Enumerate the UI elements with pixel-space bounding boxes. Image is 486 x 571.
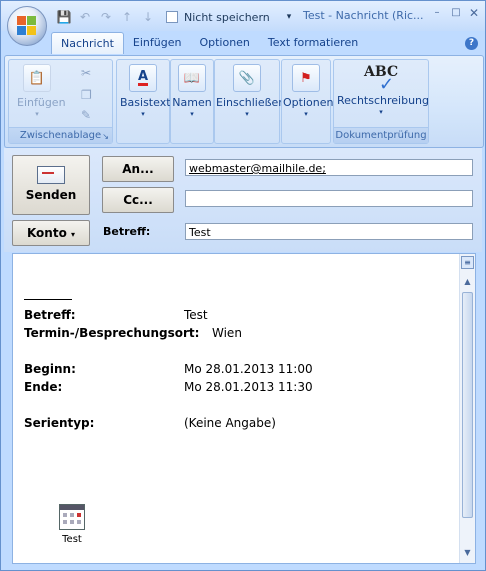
basic-text-button[interactable]: A Basistext ▾ bbox=[120, 64, 171, 118]
message-window: 💾 ↶ ↷ ↑ ↓ Nicht speichern ▾ Test - Nachr… bbox=[0, 0, 486, 571]
calendar-attachment[interactable]: Test bbox=[57, 504, 87, 545]
names-button[interactable]: 📖 Namen ▾ bbox=[171, 64, 213, 118]
dont-save-label: Nicht speichern bbox=[184, 10, 270, 24]
send-envelope-icon bbox=[37, 166, 65, 184]
to-field[interactable]: webmaster@mailhile.de; bbox=[185, 159, 473, 176]
spelling-dropdown-icon: ▾ bbox=[379, 108, 383, 116]
office-button[interactable] bbox=[7, 6, 47, 46]
cc-field[interactable] bbox=[185, 190, 473, 207]
format-painter-icon[interactable]: ✎ bbox=[81, 108, 91, 122]
flag-icon: ⚑ bbox=[292, 64, 320, 92]
spelling-label: Rechtschreibung bbox=[337, 94, 430, 107]
dont-save-checkbox[interactable] bbox=[166, 11, 178, 23]
account-button[interactable]: Konto ▾ bbox=[12, 220, 90, 246]
paste-button[interactable]: 📋 Einfügen ▾ bbox=[17, 64, 66, 118]
paste-dropdown-icon: ▾ bbox=[35, 110, 39, 118]
send-label: Senden bbox=[25, 188, 77, 202]
vertical-scrollbar[interactable]: ≡ ▲ ▼ bbox=[459, 254, 475, 563]
proofing-group: ABC ✓ Rechtschreibung ▾ Dokumentprüfung bbox=[333, 59, 429, 144]
redo-icon[interactable]: ↷ bbox=[97, 8, 115, 26]
attachment-name: Test bbox=[62, 534, 82, 545]
undo-icon[interactable]: ↶ bbox=[76, 8, 94, 26]
send-button[interactable]: Senden bbox=[12, 155, 90, 215]
basic-text-dropdown-icon: ▾ bbox=[141, 110, 145, 118]
spelling-check-icon: ABC ✓ bbox=[364, 64, 399, 95]
close-icon[interactable]: ✕ bbox=[467, 6, 481, 20]
names-dropdown-icon: ▾ bbox=[190, 110, 194, 118]
message-header: Senden An... Cc... Konto ▾ webmaster@mai… bbox=[4, 148, 482, 252]
proofing-group-label: Dokumentprüfung bbox=[334, 127, 428, 143]
spelling-button[interactable]: ABC ✓ Rechtschreibung ▾ bbox=[337, 64, 429, 116]
account-label: Konto bbox=[26, 226, 67, 240]
ruler-toggle-icon[interactable]: ≡ bbox=[461, 256, 474, 269]
clipboard-group-label: Zwischenablage bbox=[9, 127, 112, 143]
include-dropdown-icon: ▾ bbox=[245, 110, 249, 118]
separator-line bbox=[24, 299, 72, 300]
body-start-value: Mo 28.01.2013 11:00 bbox=[184, 362, 313, 376]
title-bar: 💾 ↶ ↷ ↑ ↓ Nicht speichern ▾ Test - Nachr… bbox=[1, 1, 485, 31]
scroll-down-icon[interactable]: ▼ bbox=[462, 547, 473, 558]
names-label: Namen bbox=[172, 96, 212, 109]
copy-icon[interactable]: ❐ bbox=[81, 88, 92, 102]
scroll-thumb[interactable] bbox=[462, 292, 473, 518]
next-item-icon[interactable]: ↓ bbox=[139, 8, 157, 26]
include-label: Einschließen bbox=[216, 96, 286, 109]
basic-text-label: Basistext bbox=[120, 96, 171, 109]
subject-label: Betreff: bbox=[103, 225, 151, 238]
include-group: 📎 Einschließen ▾ bbox=[214, 59, 285, 144]
basic-text-group: A Basistext ▾ bbox=[116, 59, 171, 144]
tab-einfuegen[interactable]: Einfügen bbox=[124, 32, 191, 53]
save-icon[interactable]: 💾 bbox=[55, 8, 73, 26]
help-icon[interactable]: ? bbox=[465, 37, 478, 50]
body-location-label: Termin-/Besprechungsort: bbox=[24, 326, 200, 340]
options-dropdown-icon: ▾ bbox=[304, 110, 308, 118]
maximize-icon[interactable]: □ bbox=[449, 6, 463, 20]
tab-text-formatieren[interactable]: Text formatieren bbox=[259, 32, 367, 53]
message-body[interactable]: Betreff: Test Termin-/Besprechungsort: W… bbox=[12, 253, 476, 564]
paste-label: Einfügen bbox=[17, 96, 66, 109]
account-dropdown-icon: ▾ bbox=[71, 230, 76, 239]
ribbon-tabs: Nachricht Einfügen Optionen Text formati… bbox=[51, 32, 367, 54]
scroll-up-icon[interactable]: ▲ bbox=[462, 276, 473, 287]
to-recipient[interactable]: webmaster@mailhile.de; bbox=[189, 162, 326, 175]
quick-access-toolbar: 💾 ↶ ↷ ↑ ↓ Nicht speichern ▾ bbox=[55, 7, 292, 27]
names-group: 📖 Namen ▾ bbox=[170, 59, 214, 144]
ribbon: 📋 Einfügen ▾ ✂ ❐ ✎ Zwischenablage ↘ A Ba… bbox=[4, 55, 484, 148]
calendar-icon bbox=[59, 504, 85, 530]
tab-nachricht[interactable]: Nachricht bbox=[51, 32, 124, 54]
dialog-launcher-icon[interactable]: ↘ bbox=[102, 132, 109, 141]
cc-button[interactable]: Cc... bbox=[102, 187, 174, 213]
address-book-icon: 📖 bbox=[178, 64, 206, 92]
body-location-value: Wien bbox=[212, 326, 242, 340]
clipboard-group: 📋 Einfügen ▾ ✂ ❐ ✎ Zwischenablage ↘ bbox=[8, 59, 113, 144]
body-subject-label: Betreff: bbox=[24, 308, 76, 322]
body-recurrence-value: (Keine Angabe) bbox=[184, 416, 276, 430]
include-button[interactable]: 📎 Einschließen ▾ bbox=[216, 64, 285, 118]
clipboard-icon: 📋 bbox=[23, 64, 51, 92]
body-recurrence-label: Serientyp: bbox=[24, 416, 95, 430]
font-color-icon: A bbox=[129, 64, 157, 92]
options-group: ⚑ Optionen ▾ bbox=[281, 59, 333, 144]
subject-field[interactable]: Test bbox=[185, 223, 473, 240]
previous-item-icon[interactable]: ↑ bbox=[118, 8, 136, 26]
office-logo-icon bbox=[17, 16, 37, 36]
tab-optionen[interactable]: Optionen bbox=[190, 32, 258, 53]
cut-icon[interactable]: ✂ bbox=[81, 66, 91, 80]
window-title: Test - Nachricht (Ric... bbox=[303, 9, 424, 22]
options-button[interactable]: ⚑ Optionen ▾ bbox=[283, 64, 333, 118]
body-subject-value: Test bbox=[184, 308, 208, 322]
paperclip-icon: 📎 bbox=[233, 64, 261, 92]
body-start-label: Beginn: bbox=[24, 362, 76, 376]
body-end-label: Ende: bbox=[24, 380, 63, 394]
customize-qat-icon[interactable]: ▾ bbox=[287, 12, 292, 22]
to-button[interactable]: An... bbox=[102, 156, 174, 182]
minimize-icon[interactable]: – bbox=[430, 6, 444, 20]
options-label: Optionen bbox=[283, 96, 334, 109]
body-end-value: Mo 28.01.2013 11:30 bbox=[184, 380, 313, 394]
